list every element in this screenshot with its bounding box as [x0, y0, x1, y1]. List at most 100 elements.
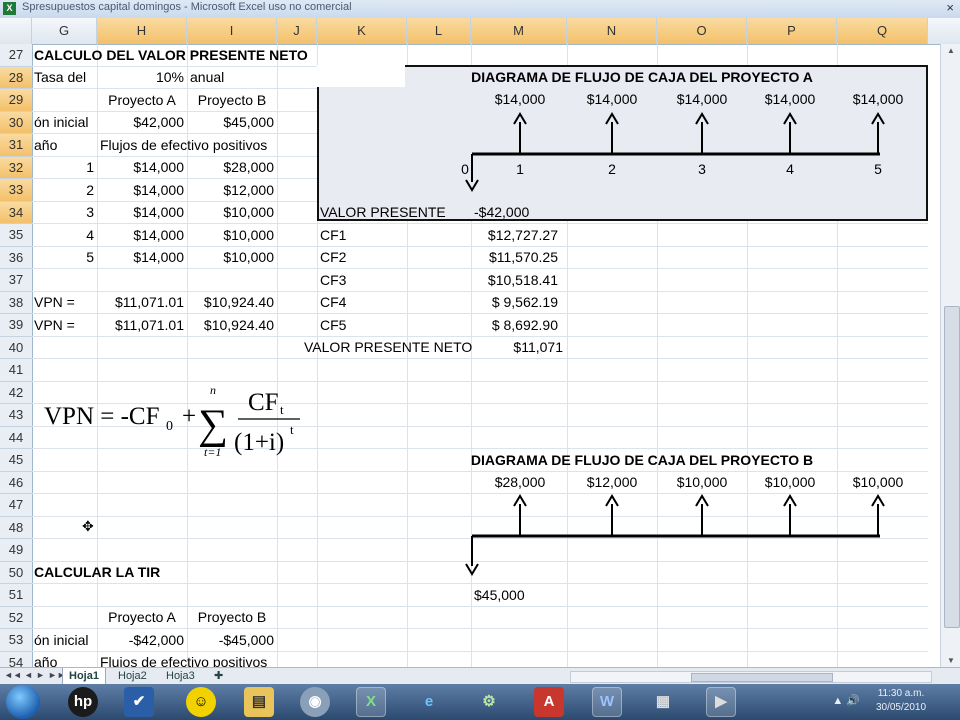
title-bar: X Spresupuestos capital domingos - Micro…	[0, 0, 960, 19]
row-header-50[interactable]: 50	[0, 562, 32, 584]
horizontal-scrollbar[interactable]	[570, 671, 932, 683]
col-header-p[interactable]: P	[747, 18, 837, 44]
diagram-b-flow-label: $28,000	[495, 474, 546, 490]
col-header-h[interactable]: H	[97, 18, 187, 44]
vertical-scroll-thumb[interactable]	[944, 306, 960, 628]
row-header-29[interactable]: 29	[0, 89, 32, 112]
start-button[interactable]	[6, 685, 40, 719]
row-header-42[interactable]: 42	[0, 382, 32, 404]
internet-explorer-icon[interactable]: e	[414, 687, 444, 717]
diagram-b-initial-label: $45,000	[474, 587, 525, 603]
pdf-reader-icon[interactable]: A	[534, 687, 564, 717]
row-headers: 27 28 29 30 31 32 33 34 35 36 37 38 39 40 41 42 43 44 45 46…	[0, 44, 33, 674]
formula-lhs: VPN = -CF	[44, 403, 160, 430]
next-sheet-icon[interactable]: ►	[36, 670, 45, 680]
row-header-37[interactable]: 37	[0, 269, 32, 292]
network-app-icon[interactable]: ⚙	[474, 687, 504, 717]
formula-sub0: 0	[166, 419, 173, 434]
hp-icon[interactable]: hp	[68, 687, 98, 717]
close-icon[interactable]: ×	[946, 0, 954, 15]
cursor-icon: ✥	[82, 518, 94, 534]
diagram-a-period-label: 2	[608, 161, 616, 177]
vertical-scrollbar[interactable]: ▲ ▼	[940, 44, 960, 672]
volume-icon[interactable]: 🔊	[846, 695, 860, 707]
diagram-a-flow-label: $14,000	[677, 91, 728, 107]
col-header-o[interactable]: O	[657, 18, 747, 44]
diagram-a-flow-label: $14,000	[765, 91, 816, 107]
sheet-tab-bar: ◄◄ ◄ ► ►► Hoja1 Hoja2 Hoja3 ✚	[0, 667, 960, 685]
formula-num-sub: t	[280, 402, 284, 417]
diagram-a-flow-label: $14,000	[853, 91, 904, 107]
messenger-icon[interactable]: ☺	[186, 687, 216, 717]
checkmark-app-icon[interactable]: ✔	[124, 687, 154, 717]
sigma-icon: ∑	[198, 402, 228, 448]
row-header-48[interactable]: 48	[0, 517, 32, 539]
diagram-a-period-label: 3	[698, 161, 706, 177]
row-header-41[interactable]: 41	[0, 359, 32, 382]
row-header-49[interactable]: 49	[0, 539, 32, 562]
col-header-q[interactable]: Q	[837, 18, 928, 44]
worksheet-grid[interactable]: CALCULO DEL VALOR PRESENTE NETO Tasa del…	[32, 44, 928, 672]
select-all-corner[interactable]	[0, 18, 32, 44]
excel-app-icon[interactable]: X	[3, 2, 16, 15]
row-header-47[interactable]: 47	[0, 494, 32, 517]
row-header-46[interactable]: 46	[0, 472, 32, 494]
row-header-52[interactable]: 52	[0, 607, 32, 629]
row-header-45[interactable]: 45	[0, 449, 32, 472]
row-header-35[interactable]: 35	[0, 224, 32, 247]
taskbar: hp ✔ ☺ ▤ ◉ X e ⚙ A W ▦ ▶ ▲ 🔊 11:30 a.m. …	[0, 684, 960, 720]
row-header-34[interactable]: 34	[0, 201, 32, 224]
npv-formula[interactable]: VPN = -CF 0 + n ∑ t=1 CF t (1+i) t	[44, 382, 314, 472]
diagram-a-period-label: 0	[461, 161, 469, 177]
col-header-n[interactable]: N	[567, 18, 657, 44]
row-header-44[interactable]: 44	[0, 427, 32, 449]
row-header-31[interactable]: 31	[0, 134, 32, 157]
formula-den-sup: t	[290, 422, 294, 437]
diagram-a-flow-label: $14,000	[495, 91, 546, 107]
tab-hoja1[interactable]: Hoja1	[62, 668, 106, 685]
tab-hoja2[interactable]: Hoja2	[112, 668, 153, 684]
video-icon[interactable]: ▶	[706, 687, 736, 717]
calculator-icon[interactable]: ▦	[648, 687, 678, 717]
scroll-up-icon[interactable]: ▲	[944, 46, 958, 58]
row-header-38[interactable]: 38	[0, 292, 32, 314]
diagram-b-flow-label: $10,000	[853, 474, 904, 490]
insert-sheet-icon[interactable]: ✚	[208, 668, 229, 684]
row-header-43[interactable]: 43	[0, 404, 32, 427]
diagram-b-flow-label: $10,000	[765, 474, 816, 490]
col-header-g[interactable]: G	[32, 18, 97, 44]
row-header-33[interactable]: 33	[0, 179, 32, 202]
row-header-36[interactable]: 36	[0, 247, 32, 269]
diagram-b-title: DIAGRAMA DE FLUJO DE CAJA DEL PROYECTO B	[471, 452, 813, 468]
row-header-27[interactable]: 27	[0, 44, 32, 67]
row-header-39[interactable]: 39	[0, 314, 32, 337]
network-icon[interactable]: ▲	[832, 695, 843, 707]
diagram-a-title: DIAGRAMA DE FLUJO DE CAJA DEL PROYECTO A	[471, 69, 813, 85]
excel-taskbar-icon[interactable]: X	[356, 687, 386, 717]
column-headers: G H I J K L M N O P Q	[0, 18, 960, 45]
col-header-j[interactable]: J	[277, 18, 317, 44]
col-header-i[interactable]: I	[187, 18, 277, 44]
first-sheet-icon[interactable]: ◄◄	[4, 670, 22, 680]
row-header-51[interactable]: 51	[0, 584, 32, 607]
tab-hoja3[interactable]: Hoja3	[160, 668, 201, 684]
clock[interactable]: 11:30 a.m. 30/05/2010	[866, 687, 936, 715]
col-header-k[interactable]: K	[317, 18, 407, 44]
window-title: Spresupuestos capital domingos - Microso…	[22, 1, 352, 13]
hp-label: hp	[73, 693, 93, 710]
folder-icon[interactable]: ▤	[244, 687, 274, 717]
row-header-40[interactable]: 40	[0, 337, 32, 359]
row-header-32[interactable]: 32	[0, 156, 32, 179]
word-taskbar-icon[interactable]: W	[592, 687, 622, 717]
media-player-icon[interactable]: ◉	[300, 687, 330, 717]
prev-sheet-icon[interactable]: ◄	[24, 670, 33, 680]
col-header-m[interactable]: M	[471, 18, 567, 44]
diagram-a-period-label: 5	[874, 161, 882, 177]
horizontal-scroll-thumb[interactable]	[691, 673, 833, 682]
diagram-a-period-label: 4	[786, 161, 794, 177]
diagram-b-flow-label: $10,000	[677, 474, 728, 490]
row-header-30[interactable]: 30	[0, 111, 32, 134]
row-header-28[interactable]: 28	[0, 66, 32, 89]
col-header-l[interactable]: L	[407, 18, 471, 44]
row-header-53[interactable]: 53	[0, 629, 32, 652]
